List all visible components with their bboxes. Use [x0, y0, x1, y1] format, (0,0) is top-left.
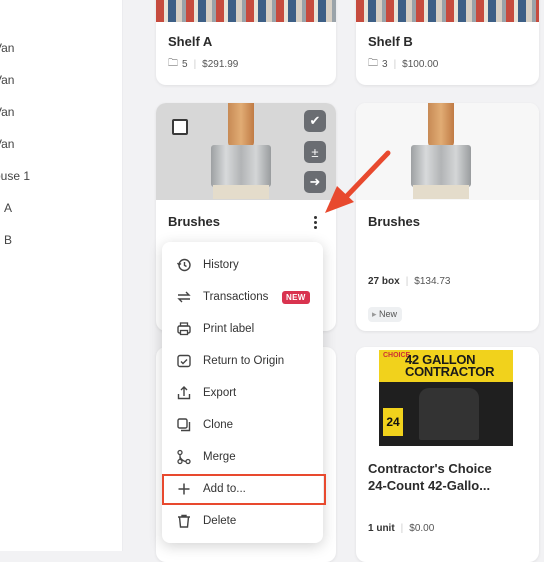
annotation-arrow	[325, 150, 391, 213]
